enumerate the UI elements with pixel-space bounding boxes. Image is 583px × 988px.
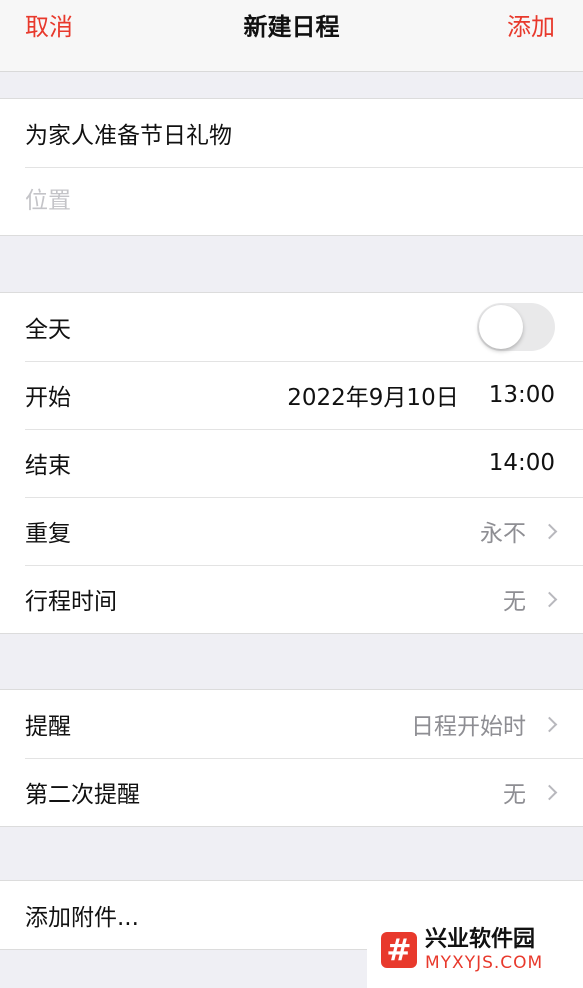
watermark-text: 兴业软件园 MYXYJS.COM	[425, 927, 543, 973]
chevron-right-icon	[541, 591, 558, 607]
event-info-group	[0, 98, 583, 236]
repeat-value-text: 永不	[480, 521, 526, 547]
end-time[interactable]: 14:00	[489, 450, 555, 476]
start-label: 开始	[25, 385, 71, 411]
all-day-row: 全天	[0, 293, 583, 361]
chevron-right-icon	[541, 784, 558, 800]
location-row	[0, 167, 583, 235]
end-value: 14:00	[489, 450, 555, 476]
second-alert-value: 无	[503, 775, 558, 809]
travel-time-label: 行程时间	[25, 589, 117, 615]
start-value: 2022年9月10日 13:00	[287, 378, 555, 412]
alert-label: 提醒	[25, 714, 71, 740]
start-time[interactable]: 13:00	[489, 382, 555, 408]
add-attachment-label: 添加附件...	[25, 905, 139, 931]
travel-time-row[interactable]: 行程时间 无	[0, 565, 583, 633]
end-label: 结束	[25, 453, 71, 479]
title-row	[0, 99, 583, 167]
alert-row[interactable]: 提醒 日程开始时	[0, 690, 583, 758]
watermark-logo-icon: #	[381, 932, 417, 968]
nav-bar: 取消 新建日程 添加	[0, 0, 583, 72]
start-row[interactable]: 开始 2022年9月10日 13:00	[0, 361, 583, 429]
alert-group: 提醒 日程开始时 第二次提醒 无	[0, 689, 583, 827]
travel-time-value: 无	[503, 582, 558, 616]
title-input[interactable]	[25, 120, 555, 146]
second-alert-value-text: 无	[503, 782, 526, 808]
location-input[interactable]	[25, 188, 555, 214]
all-day-toggle[interactable]	[477, 303, 555, 351]
time-group: 全天 开始 2022年9月10日 13:00 结束 14:00 重复 永不 行程…	[0, 292, 583, 634]
travel-time-value-text: 无	[503, 589, 526, 615]
start-date[interactable]: 2022年9月10日	[287, 378, 458, 412]
repeat-label: 重复	[25, 521, 71, 547]
watermark-name: 兴业软件园	[425, 927, 536, 952]
all-day-label: 全天	[25, 317, 71, 343]
page-title: 新建日程	[243, 13, 340, 41]
alert-value: 日程开始时	[411, 707, 558, 741]
repeat-row[interactable]: 重复 永不	[0, 497, 583, 565]
add-button[interactable]: 添加	[507, 12, 555, 42]
toggle-knob	[479, 305, 523, 349]
chevron-right-icon	[541, 523, 558, 539]
alert-value-text: 日程开始时	[411, 714, 526, 740]
watermark: # 兴业软件园 MYXYJS.COM	[367, 912, 583, 988]
second-alert-row[interactable]: 第二次提醒 无	[0, 758, 583, 826]
watermark-site: MYXYJS.COM	[425, 953, 544, 973]
chevron-right-icon	[541, 716, 558, 732]
second-alert-label: 第二次提醒	[25, 782, 140, 808]
repeat-value: 永不	[480, 514, 558, 548]
end-row[interactable]: 结束 14:00	[0, 429, 583, 497]
